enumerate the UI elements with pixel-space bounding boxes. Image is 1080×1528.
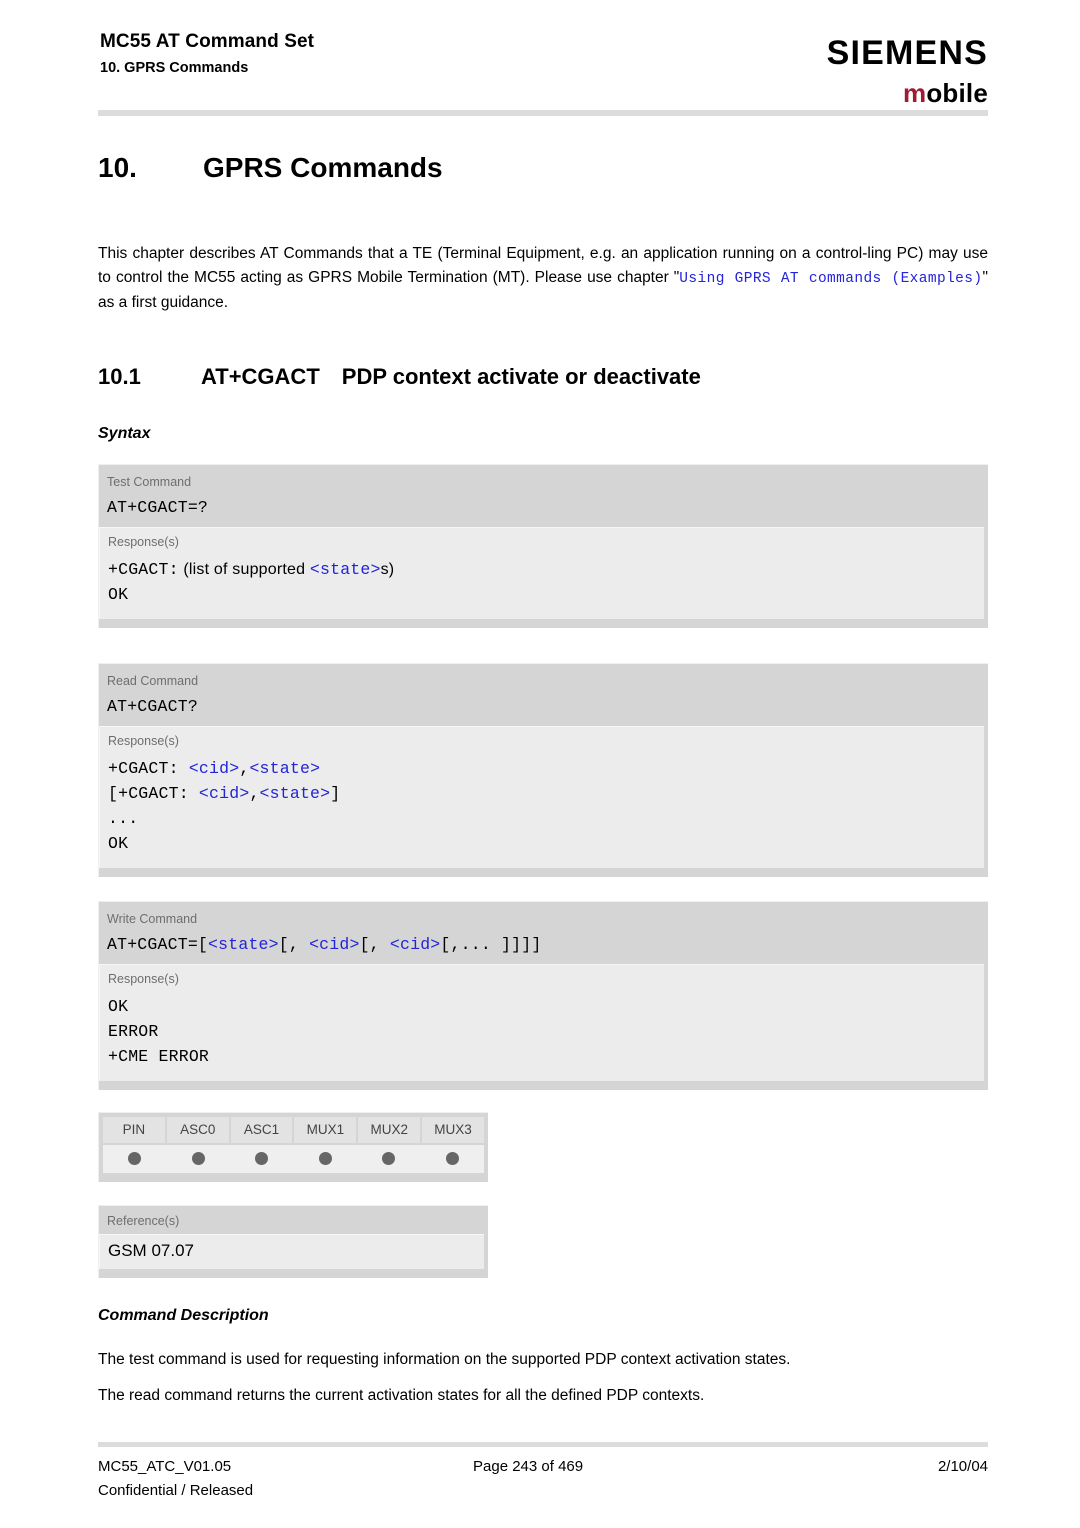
siemens-logo: SIEMENS — [826, 34, 988, 72]
filled-circle-icon — [445, 1152, 459, 1165]
interface-availability-table: PIN ASC0 ASC1 MUX1 MUX2 MUX3 — [98, 1112, 488, 1182]
document-subtitle: 10. GPRS Commands — [100, 60, 249, 76]
section-title-text: PDP context activate or deactivate — [341, 364, 701, 389]
write-command-label: Write Command — [107, 912, 198, 926]
intro-cross-reference-link[interactable]: Using GPRS AT commands (Examples) — [679, 271, 982, 287]
document-title: MC55 AT Command Set — [100, 31, 315, 52]
reference-value: GSM 07.07 — [99, 1234, 484, 1269]
test-response-label: Response(s) — [108, 535, 179, 549]
test-response-line-2: OK — [108, 585, 129, 604]
footer-divider — [98, 1442, 988, 1447]
chapter-heading: 10. GPRS Commands — [98, 152, 443, 184]
footer-page-number: Page 243 of 469 — [473, 1458, 584, 1475]
column-header-mux3: MUX3 — [422, 1117, 484, 1143]
column-header-mux2: MUX2 — [358, 1117, 421, 1143]
mux1-availability-cell — [294, 1145, 358, 1173]
read-command-block: Read Command AT+CGACT? Response(s) +CGAC… — [98, 663, 988, 877]
filled-circle-icon — [128, 1152, 142, 1165]
write-command-syntax: AT+CGACT=[<state>[, <cid>[, <cid>[,... ]… — [99, 926, 988, 957]
test-command-response-panel: Response(s) +CGACT: (list of supported <… — [99, 527, 984, 619]
write-cmd-seg-1: AT+CGACT=[ — [107, 935, 209, 954]
footer-date: 2/10/04 — [937, 1458, 988, 1475]
write-response-label: Response(s) — [108, 972, 179, 986]
section-command-name: AT+CGACT — [201, 364, 320, 389]
footer-classification: Confidential / Released — [98, 1482, 254, 1499]
read-command-label: Read Command — [107, 674, 199, 688]
read-response-line-3: ... — [108, 809, 139, 828]
read-resp1-seg-4: <state> — [249, 759, 321, 778]
column-header-pin: PIN — [103, 1117, 165, 1143]
page-footer: MC55_ATC_V01.05 Confidential / Released … — [0, 1452, 1080, 1512]
logo-obile-letters: obile — [926, 78, 988, 108]
column-header-asc0: ASC0 — [166, 1117, 229, 1143]
read-command-response-panel: Response(s) +CGACT: <cid>,<state> [+CGAC… — [99, 726, 984, 868]
description-paragraph-2: The read command returns the current act… — [98, 1387, 705, 1404]
test-command-syntax: AT+CGACT=? — [107, 498, 209, 517]
write-cmd-seg-6: <cid> — [389, 935, 441, 954]
test-resp-seg-1: +CGACT: — [108, 560, 179, 579]
header-divider — [98, 110, 988, 116]
read-response-line-4: OK — [108, 834, 129, 853]
read-resp2-seg-4: <state> — [259, 784, 331, 803]
asc0-availability-cell — [167, 1145, 231, 1173]
chapter-intro-paragraph: This chapter describes AT Commands that … — [98, 242, 988, 315]
read-resp2-seg-2: <cid> — [198, 784, 250, 803]
read-resp1-seg-2: <cid> — [188, 759, 240, 778]
column-header-mux1: MUX1 — [294, 1117, 357, 1143]
test-command-label: Test Command — [107, 475, 192, 489]
read-response-line-2: [+CGACT: <cid>,<state>] — [100, 781, 984, 806]
read-resp1-seg-3: , — [239, 759, 250, 778]
write-command-block: Write Command AT+CGACT=[<state>[, <cid>[… — [98, 901, 988, 1090]
filled-circle-icon — [318, 1152, 332, 1165]
write-cmd-seg-3: [, — [278, 935, 310, 954]
chapter-title-text: GPRS Commands — [203, 152, 443, 183]
read-response-label: Response(s) — [108, 734, 179, 748]
write-cmd-seg-5: [, — [359, 935, 390, 954]
command-description-heading: Command Description — [98, 1307, 269, 1324]
description-paragraph-1: The test command is used for requesting … — [98, 1351, 791, 1368]
syntax-heading: Syntax — [98, 425, 151, 442]
filled-circle-icon — [255, 1152, 269, 1165]
reference-block: Reference(s) GSM 07.07 — [98, 1205, 488, 1278]
reference-label: Reference(s) — [107, 1214, 180, 1228]
write-response-line-1: OK — [108, 997, 129, 1016]
read-resp1-seg-1: +CGACT: — [108, 759, 189, 778]
test-resp-seg-2: (list of supported — [178, 561, 310, 578]
test-command-block: Test Command AT+CGACT=? Response(s) +CGA… — [98, 464, 988, 628]
read-resp2-seg-1: [+CGACT: — [108, 784, 199, 803]
chapter-number: 10. — [98, 152, 137, 183]
siemens-mobile-logo: mobile — [903, 80, 988, 106]
section-heading: 10.1 AT+CGACT PDP context activate or deac… — [98, 364, 701, 390]
interface-table-value-row — [103, 1145, 484, 1173]
read-resp2-seg-5: ] — [330, 784, 341, 803]
test-resp-seg-4: s) — [380, 561, 395, 578]
asc1-availability-cell — [230, 1145, 294, 1173]
pin-availability-cell — [103, 1145, 167, 1173]
section-number: 10.1 — [98, 364, 141, 389]
footer-document-id: MC55_ATC_V01.05 — [98, 1458, 232, 1475]
write-response-line-2: ERROR — [108, 1022, 159, 1041]
mux2-availability-cell — [357, 1145, 421, 1173]
logo-m-letter: m — [903, 78, 927, 108]
write-cmd-seg-7: [,... ]]]] — [440, 935, 542, 954]
write-cmd-seg-2: <state> — [208, 935, 279, 954]
column-header-asc1: ASC1 — [230, 1117, 293, 1143]
interface-table-header-row: PIN ASC0 ASC1 MUX1 MUX2 MUX3 — [103, 1117, 484, 1143]
write-cmd-seg-4: <cid> — [309, 935, 360, 954]
read-response-line-1: +CGACT: <cid>,<state> — [100, 748, 984, 781]
test-response-line-1: +CGACT: (list of supported <state>s) — [100, 549, 984, 582]
test-resp-seg-3: <state> — [309, 560, 381, 579]
write-response-line-3: +CME ERROR — [108, 1047, 210, 1066]
read-resp2-seg-3: , — [249, 784, 260, 803]
read-command-syntax: AT+CGACT? — [107, 697, 198, 716]
filled-circle-icon — [191, 1152, 205, 1165]
filled-circle-icon — [382, 1152, 396, 1165]
page-header: MC55 AT Command Set 10. GPRS Commands SI… — [0, 0, 1080, 118]
mux3-availability-cell — [421, 1145, 485, 1173]
write-command-response-panel: Response(s) OK ERROR +CME ERROR — [99, 964, 984, 1081]
